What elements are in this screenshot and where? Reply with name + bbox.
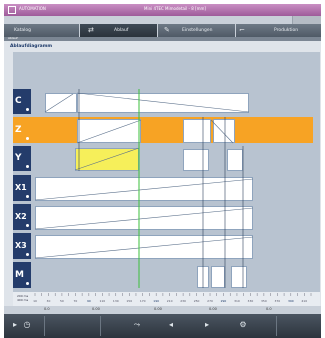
status-value-4: 0.00	[209, 307, 217, 311]
tab-label: Katalog	[14, 28, 32, 33]
ruler-tick-label: 110	[99, 299, 105, 303]
ruler-tick-label: 90	[87, 299, 91, 303]
ruler-tick-label: 190	[153, 299, 159, 303]
app-window: AUTOMATION Mini 4TEC Mimodetail - 8 [mm]…	[4, 4, 321, 338]
ruler-tick-label: 290	[221, 299, 227, 303]
ruler-tick-label: 350	[261, 299, 267, 303]
tab-label: Ablauf	[114, 28, 129, 33]
ruler-tick-label: 410	[301, 299, 307, 303]
ruler-tick-label: 230	[180, 299, 186, 303]
bottom-toolbar: ▸ ◷ ⤳ ◂ ▸ ⚙	[4, 314, 321, 338]
tab-label: Produktion	[274, 28, 299, 33]
forward-icon[interactable]: ▸	[200, 318, 214, 332]
title-bar: AUTOMATION Mini 4TEC Mimodetail - 8 [mm]	[4, 4, 321, 16]
back-icon[interactable]: ◂	[164, 318, 178, 332]
ruler-tick-label: 210	[167, 299, 173, 303]
settings-icon: ✎	[164, 26, 170, 34]
ruler-tick-label: 370	[274, 299, 280, 303]
toolbar-separator	[276, 316, 277, 336]
ruler-ticks: 10 30 50 70 90 110 130 150 170 190 210 230 250 270 290…	[33, 293, 312, 303]
tab-ablauf[interactable]: ⇄ Ablauf	[80, 24, 157, 37]
status-value-3: 0.00	[154, 307, 162, 311]
status-bar: 0.0 0.00 0.00 0.00 0.0	[4, 306, 321, 314]
ruler-tick-label: 250	[194, 299, 200, 303]
ruler-tick-label: 170	[140, 299, 146, 303]
ruler-tick-label: 150	[126, 299, 132, 303]
step-icon[interactable]: ⤳	[130, 318, 144, 332]
subtab-bar[interactable]: Ablauf	[4, 36, 321, 41]
ruler-tick-label: 310	[234, 299, 240, 303]
tab-label: Einstellungen	[182, 28, 213, 33]
settings-icon[interactable]: ⚙	[236, 318, 250, 332]
ruler-tick-label: 130	[113, 299, 119, 303]
tab-einstellungen[interactable]: ✎ Einstellungen	[158, 24, 235, 37]
ruler-tick-label: 330	[248, 299, 254, 303]
status-value-2: 0.00	[92, 307, 100, 311]
diagram-lines	[34, 89, 254, 288]
status-value-5: 0.0	[266, 307, 272, 311]
time-ruler[interactable]: 200 ms 400 ms 10 30 50 70 90 110 130 150 170 190 2…	[13, 292, 320, 306]
sequence-diagram[interactable]: C Z Y X1 X2 X3 M	[13, 52, 320, 292]
ruler-tick-label: 50	[60, 299, 64, 303]
section-title: Ablaufdiagramm	[10, 44, 53, 49]
window-title: Mini 4TEC Mimodetail - 8 [mm]	[144, 6, 206, 11]
toolbar-separator	[100, 316, 101, 336]
subtab-label: Ablauf	[8, 36, 18, 40]
clock-icon[interactable]: ◷	[20, 318, 34, 332]
ruler-tick-label: 270	[207, 299, 213, 303]
tab-bar: Katalog ⇄ Ablauf ✎ Einstellungen ⌐ Produ…	[4, 16, 321, 41]
flow-icon: ⇄	[88, 26, 94, 34]
app-logo-icon	[8, 6, 16, 14]
tab-produktion[interactable]: ⌐ Produktion	[236, 24, 321, 37]
ruler-tick-label: 390	[288, 299, 294, 303]
status-value-1: 0.0	[44, 307, 50, 311]
app-name: AUTOMATION	[19, 6, 46, 11]
ruler-tick-label: 10	[33, 299, 37, 303]
ruler-tick-label: 30	[47, 299, 51, 303]
ruler-tick-label: 70	[73, 299, 77, 303]
toolbar-separator	[44, 316, 45, 336]
production-icon: ⌐	[239, 26, 245, 34]
